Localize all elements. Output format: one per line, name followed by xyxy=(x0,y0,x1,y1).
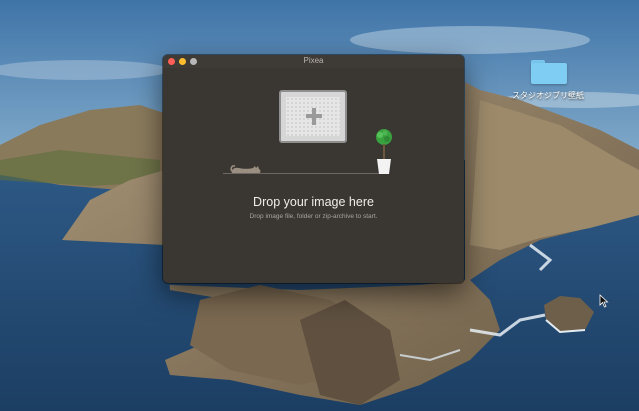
window-titlebar[interactable]: Pixea xyxy=(163,55,464,68)
drop-subtitle: Drop image file, folder or zip-archive t… xyxy=(249,213,378,220)
drop-zone[interactable]: Drop your image here Drop image file, fo… xyxy=(163,68,464,283)
desktop-folder-label: スタジオジブリ壁紙 xyxy=(512,91,584,100)
cat-icon xyxy=(230,165,261,173)
plant-icon xyxy=(376,129,392,174)
cursor-icon xyxy=(599,294,609,308)
folder-icon xyxy=(531,60,567,84)
pixea-window[interactable]: Pixea Drop your image here Drop image fi… xyxy=(163,55,464,283)
drop-title: Drop your image here xyxy=(253,195,374,209)
image-drop-target[interactable] xyxy=(279,90,347,143)
desktop-folder[interactable]: スタジオジブリ壁紙 xyxy=(512,60,584,101)
window-title: Pixea xyxy=(303,56,324,65)
